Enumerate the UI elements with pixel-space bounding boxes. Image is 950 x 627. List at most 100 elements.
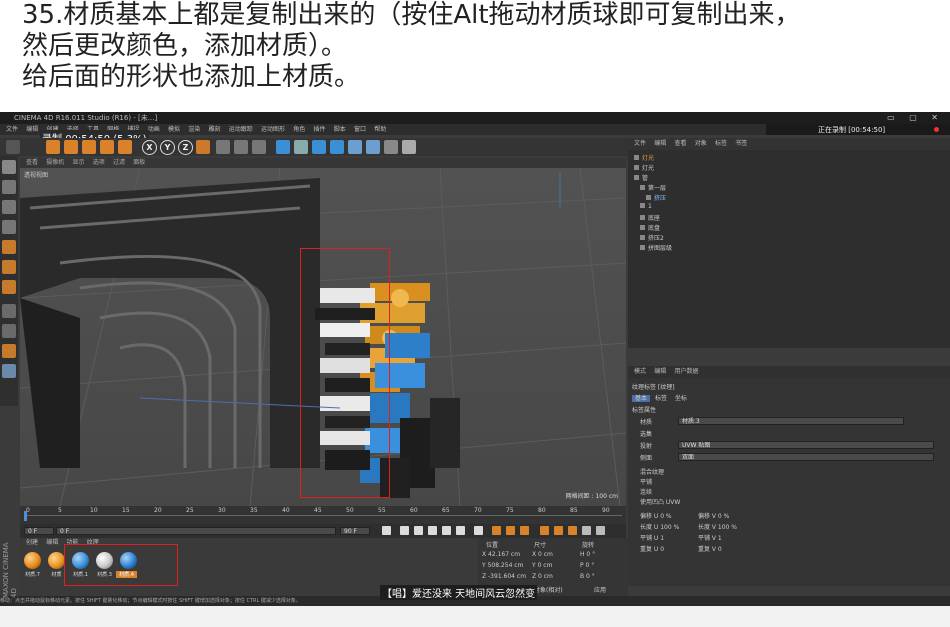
prev-frame-icon[interactable] — [414, 526, 423, 535]
side-select[interactable]: 双面 — [678, 453, 934, 461]
nurbs-icon[interactable] — [312, 140, 326, 154]
object-row[interactable]: 灯光 — [634, 163, 654, 172]
go-end-icon[interactable] — [474, 526, 483, 535]
scale-tool-icon[interactable] — [82, 140, 96, 154]
pla-key-icon[interactable] — [596, 526, 605, 535]
spline-icon[interactable] — [294, 140, 308, 154]
projection-select[interactable]: UVW 贴图 — [678, 441, 934, 449]
om-tab[interactable]: 对象 — [695, 138, 707, 150]
size-x[interactable]: X 0 cm — [532, 551, 553, 558]
viewport-tab[interactable]: 过滤 — [113, 158, 125, 168]
pos-x[interactable]: X 42.167 cm — [482, 551, 520, 558]
size-z[interactable]: Z 0 cm — [532, 573, 553, 580]
edges-mode-icon[interactable] — [2, 260, 16, 274]
cube-icon[interactable] — [276, 140, 290, 154]
menu-item[interactable]: 帮助 — [374, 124, 386, 135]
y-axis-button[interactable]: Y — [160, 140, 175, 155]
viewport-tab[interactable]: 显示 — [73, 158, 85, 168]
texture-mode-icon[interactable] — [2, 200, 16, 214]
object-row[interactable]: 底盘 — [640, 223, 660, 232]
points-mode-icon[interactable] — [2, 240, 16, 254]
position-key-icon[interactable] — [540, 526, 549, 535]
frame-range-slider[interactable]: 0 F — [56, 527, 336, 535]
render-settings-icon[interactable] — [252, 140, 266, 154]
subtab-coords[interactable]: 坐标 — [672, 395, 690, 402]
offset-u[interactable]: 偏移 U 0 % — [640, 511, 672, 520]
menu-item[interactable]: 脚本 — [334, 124, 346, 135]
auto-key-icon[interactable] — [506, 526, 515, 535]
rot-b[interactable]: B 0 ° — [580, 573, 595, 580]
transform-tool-icon[interactable] — [118, 140, 132, 154]
menu-item[interactable]: 文件 — [6, 124, 18, 135]
mm-tab[interactable]: 编辑 — [46, 538, 58, 547]
repeat-v[interactable]: 重复 V 0 — [698, 544, 722, 553]
menu-item[interactable]: 运动跟踪 — [229, 124, 253, 135]
menu-item[interactable]: 动画 — [148, 124, 160, 135]
x-axis-button[interactable]: X — [142, 140, 157, 155]
object-row[interactable]: 底座 — [640, 213, 660, 222]
current-frame-field[interactable]: 0 F — [24, 527, 54, 535]
playhead[interactable] — [24, 511, 27, 521]
next-key-icon[interactable] — [456, 526, 465, 535]
menu-item[interactable]: 角色 — [293, 124, 305, 135]
viewport-tab[interactable]: 摄像机 — [46, 158, 64, 168]
record-icon[interactable] — [934, 127, 939, 132]
record-key-icon[interactable] — [492, 526, 501, 535]
coordinate-system-icon[interactable] — [196, 140, 210, 154]
z-axis-button[interactable]: Z — [178, 140, 193, 155]
object-row[interactable]: 1 — [640, 203, 652, 211]
floor-icon[interactable] — [366, 140, 380, 154]
menu-item[interactable]: 插件 — [314, 124, 326, 135]
render-view-icon[interactable] — [234, 140, 248, 154]
subtab-basic[interactable]: 基本 — [632, 395, 651, 402]
menu-item[interactable]: 渲染 — [188, 124, 200, 135]
deformer-icon[interactable] — [348, 140, 362, 154]
render-region-icon[interactable] — [216, 140, 230, 154]
perspective-viewport[interactable]: 透视视图 网格间距 : 100 cm — [20, 168, 626, 506]
keyframe-selection-icon[interactable] — [520, 526, 529, 535]
om-tab[interactable]: 标签 — [715, 138, 727, 150]
next-frame-icon[interactable] — [442, 526, 451, 535]
viewport-tab[interactable]: 面板 — [133, 158, 145, 168]
end-frame-field[interactable]: 90 F — [340, 527, 370, 535]
menu-item[interactable]: 雕刻 — [209, 124, 221, 135]
object-row[interactable]: 挤压2 — [640, 233, 664, 242]
attr-tab[interactable]: 用户数据 — [675, 366, 699, 378]
material-ball[interactable] — [24, 552, 41, 569]
go-start-icon[interactable] — [382, 526, 391, 535]
tiles-v[interactable]: 平铺 V 1 — [698, 533, 722, 542]
camera-icon[interactable] — [384, 140, 398, 154]
apply-button[interactable]: 应用 — [594, 585, 606, 594]
object-row[interactable]: 灯光 — [634, 153, 654, 162]
scale-key-icon[interactable] — [554, 526, 563, 535]
pos-y[interactable]: Y 508.254 cm — [482, 562, 523, 569]
pos-z[interactable]: Z -391.604 cm — [482, 573, 526, 580]
offset-v[interactable]: 偏移 V 0 % — [698, 511, 729, 520]
om-tab[interactable]: 书签 — [735, 138, 747, 150]
undo-icon[interactable] — [6, 140, 20, 154]
attr-tab[interactable]: 模式 — [634, 366, 646, 378]
rotation-key-icon[interactable] — [568, 526, 577, 535]
snap-icon[interactable] — [2, 324, 16, 338]
play-icon[interactable] — [428, 526, 437, 535]
polygons-mode-icon[interactable] — [2, 280, 16, 294]
make-editable-icon[interactable] — [2, 160, 16, 174]
array-icon[interactable] — [330, 140, 344, 154]
length-v[interactable]: 长度 V 100 % — [698, 522, 737, 531]
menu-item[interactable]: 模拟 — [168, 124, 180, 135]
select-tool-icon[interactable] — [46, 140, 60, 154]
timeline[interactable]: 0 5 10 15 20 25 30 35 40 45 50 55 60 65 … — [20, 506, 626, 524]
param-key-icon[interactable] — [582, 526, 591, 535]
window-controls[interactable]: ▭ ▢ ✕ — [887, 113, 944, 122]
mm-tab[interactable]: 创建 — [26, 538, 38, 547]
om-tab[interactable]: 编辑 — [654, 138, 666, 150]
viewport-tab[interactable]: 查看 — [26, 158, 38, 168]
object-row[interactable]: 拼图层级 — [640, 243, 672, 252]
attr-tab[interactable]: 编辑 — [654, 366, 666, 378]
length-u[interactable]: 长度 U 100 % — [640, 522, 679, 531]
prev-key-icon[interactable] — [400, 526, 409, 535]
coord-mode-select[interactable]: 对象(相对) — [534, 585, 563, 594]
tiles-u[interactable]: 平铺 U 1 — [640, 533, 664, 542]
material-ball[interactable] — [48, 552, 65, 569]
menu-item[interactable]: 编辑 — [26, 124, 38, 135]
